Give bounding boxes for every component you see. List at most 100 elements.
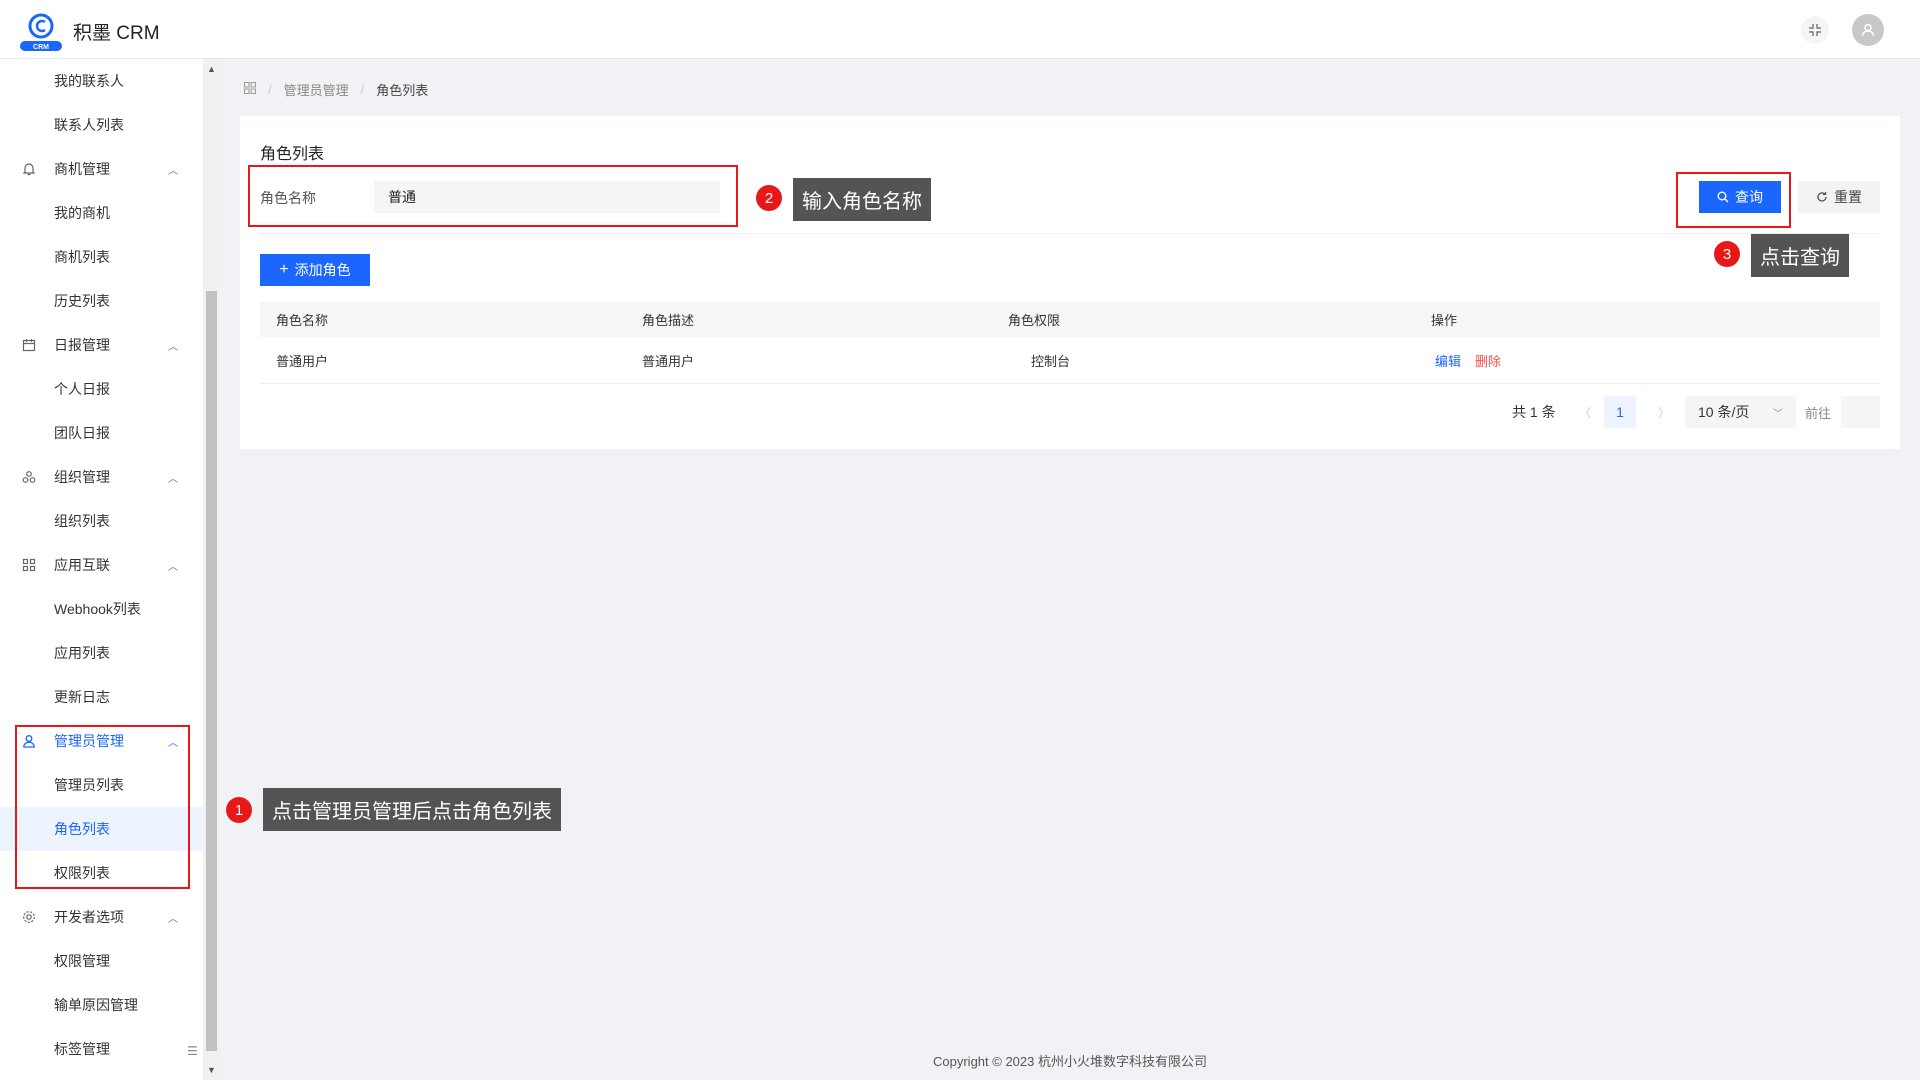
sidebar-item-label: 应用互联	[54, 557, 110, 573]
sidebar-item-permission-manage[interactable]: 权限管理	[0, 939, 203, 983]
step-badge-1: 1	[226, 797, 252, 823]
table-header: 角色名称 角色描述 角色权限 操作	[260, 302, 1880, 337]
sidebar-item-label: 联系人列表	[54, 117, 124, 133]
highlight-box-step1	[15, 725, 190, 889]
sidebar-item-label: 开发者选项	[54, 909, 124, 925]
sidebar-group-daily-report[interactable]: 日报管理 ︿	[0, 323, 203, 367]
role-perm-cell: 控制台	[1031, 353, 1071, 369]
role-name-cell: 普通用户	[276, 353, 329, 369]
sidebar-item-my-opportunity[interactable]: 我的商机	[0, 191, 203, 235]
sidebar-item-opportunity-list[interactable]: 商机列表	[0, 235, 203, 279]
callout-step2: 输入角色名称	[793, 178, 931, 221]
prev-page-icon[interactable]: 〈	[1579, 396, 1591, 428]
column-header: 角色描述	[642, 313, 695, 328]
chevron-down-icon: ﹀	[1773, 408, 1783, 420]
column-header: 角色名称	[276, 313, 329, 328]
chevron-up-icon: ︿	[168, 913, 178, 925]
scroll-up-icon[interactable]: ▲	[206, 63, 217, 75]
sidebar-item-team-report[interactable]: 团队日报	[0, 411, 203, 455]
role-desc-cell: 普通用户	[642, 353, 695, 369]
sidebar-item-label: 商机管理	[54, 161, 110, 177]
sidebar-item-my-contacts[interactable]: 我的联系人	[0, 59, 203, 103]
bell-icon	[20, 160, 38, 178]
chevron-up-icon: ︿	[168, 561, 178, 573]
reset-button[interactable]: 重置	[1798, 181, 1880, 213]
user-avatar-icon[interactable]	[1852, 14, 1884, 46]
goto-label: 前往	[1805, 405, 1832, 421]
breadcrumb: / 管理员管理 / 角色列表	[244, 80, 428, 99]
sidebar-item-loss-reason[interactable]: 输单原因管理	[0, 983, 203, 1027]
sidebar-item-app-list[interactable]: 应用列表	[0, 631, 203, 675]
callout-step1: 点击管理员管理后点击角色列表	[263, 788, 561, 831]
sidebar-menu: 我的联系人 联系人列表 商机管理 ︿ 我的商机 商机列表 历史列表 日报管理 ︿…	[0, 59, 219, 1080]
grid-icon[interactable]	[244, 82, 256, 97]
sidebar-item-label: 权限管理	[54, 953, 110, 969]
page-size-value: 10 条/页	[1698, 404, 1750, 420]
goto-page-input[interactable]	[1841, 396, 1880, 428]
sidebar-item-history-list[interactable]: 历史列表	[0, 279, 203, 323]
sidebar-item-label: 我的商机	[54, 205, 110, 221]
chevron-up-icon: ︿	[168, 473, 178, 485]
org-icon	[20, 468, 38, 486]
sidebar-item-webhook-list[interactable]: Webhook列表	[0, 587, 203, 631]
sidebar-item-label: Webhook列表	[54, 601, 141, 617]
page-title: 角色列表	[260, 146, 325, 163]
apps-icon	[20, 556, 38, 574]
column-header: 角色权限	[1008, 313, 1061, 328]
sidebar-group-opportunity[interactable]: 商机管理 ︿	[0, 147, 203, 191]
breadcrumb-separator: /	[268, 82, 272, 97]
app-title: 积墨 CRM	[73, 23, 160, 44]
gear-icon	[20, 908, 38, 926]
sidebar-item-personal-report[interactable]: 个人日报	[0, 367, 203, 411]
sidebar-item-label: 团队日报	[54, 425, 110, 441]
plus-icon: +	[279, 261, 289, 278]
sidebar-item-label: 应用列表	[54, 645, 110, 661]
top-header: CRM 积墨 CRM	[0, 0, 1920, 59]
sidebar-group-organization[interactable]: 组织管理 ︿	[0, 455, 203, 499]
sidebar-item-label: 我的联系人	[54, 73, 124, 89]
sidebar-item-label: 历史列表	[54, 293, 110, 309]
next-page-icon[interactable]: 〉	[1658, 396, 1670, 428]
sidebar-item-label: 输单原因管理	[54, 997, 138, 1013]
footer-copyright: Copyright © 2023 杭州小火堆数字科技有限公司	[933, 1054, 1207, 1069]
sidebar-item-label: 商机列表	[54, 249, 110, 265]
sidebar-item-org-list[interactable]: 组织列表	[0, 499, 203, 543]
add-role-button-label: 添加角色	[294, 262, 351, 278]
divider	[260, 233, 1880, 234]
page-size-select[interactable]: 10 条/页 ﹀	[1685, 396, 1796, 428]
logo-text: CRM	[33, 44, 49, 51]
scrollbar-thumb[interactable]	[206, 291, 217, 1051]
calendar-icon	[20, 336, 38, 354]
sidebar-item-label: 组织列表	[54, 513, 110, 529]
chevron-up-icon: ︿	[168, 165, 178, 177]
callout-step3: 点击查询	[1751, 234, 1849, 277]
sidebar-item-changelog[interactable]: 更新日志	[0, 675, 203, 719]
add-role-button[interactable]: + 添加角色	[260, 254, 370, 286]
step-badge-2: 2	[756, 185, 782, 211]
breadcrumb-item-current: 角色列表	[376, 83, 429, 98]
sidebar-group-app-integration[interactable]: 应用互联 ︿	[0, 543, 203, 587]
breadcrumb-item-admin[interactable]: 管理员管理	[284, 80, 349, 99]
page-number[interactable]: 1	[1604, 396, 1636, 428]
table-row: 普通用户 普通用户 控制台 编辑 删除	[260, 337, 1880, 384]
refresh-icon	[1817, 192, 1827, 202]
sidebar-item-label: 组织管理	[54, 469, 110, 485]
highlight-box-step3	[1676, 172, 1791, 228]
highlight-box-step2	[248, 165, 738, 227]
column-header: 操作	[1431, 313, 1458, 328]
sidebar-group-developer[interactable]: 开发者选项 ︿	[0, 895, 203, 939]
step-badge-3: 3	[1714, 241, 1740, 267]
sidebar-item-label: 日报管理	[54, 337, 110, 353]
sidebar-scrollbar[interactable]: ▲ ▼	[203, 59, 220, 1080]
sidebar-item-label: 更新日志	[54, 689, 110, 705]
sidebar-item-label: 个人日报	[54, 381, 110, 397]
app-logo: CRM	[18, 9, 64, 51]
edit-link[interactable]: 编辑	[1435, 351, 1461, 370]
pagination-total: 共 1 条	[1512, 404, 1556, 420]
fullscreen-exit-icon[interactable]	[1801, 16, 1829, 44]
reset-button-label: 重置	[1834, 189, 1862, 205]
delete-link[interactable]: 删除	[1475, 351, 1501, 370]
sidebar-item-contact-list[interactable]: 联系人列表	[0, 103, 203, 147]
breadcrumb-separator: /	[360, 82, 365, 97]
chevron-up-icon: ︿	[168, 341, 178, 353]
